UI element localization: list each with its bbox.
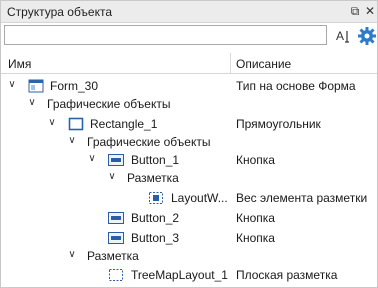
tree-row[interactable]: ∨ Rectangle_1 Прямоугольник xyxy=(1,115,377,133)
layout-weight-icon xyxy=(149,192,163,204)
column-header-description[interactable]: Описание xyxy=(236,57,291,71)
chevron-down-icon[interactable]: ∨ xyxy=(67,249,77,261)
tree-row[interactable]: ∨ Form_30 Тип на основе Форма xyxy=(1,77,377,95)
sort-alphabet-icon[interactable]: A xyxy=(334,26,354,46)
tree-row[interactable]: Button_2 Кнопка xyxy=(1,209,377,227)
tree-item-label: Графические объекты xyxy=(47,97,171,111)
panel-titlebar: Структура объекта ⧉ ✕ xyxy=(1,1,377,23)
tree-item-description: Тип на основе Форма xyxy=(236,79,356,93)
tree-item-description: Плоская разметка xyxy=(236,268,338,282)
tree-item-label: Form_30 xyxy=(50,79,99,93)
chevron-down-icon[interactable]: ∨ xyxy=(27,97,37,109)
tree-item-label: Разметка xyxy=(87,249,139,263)
column-separator[interactable] xyxy=(230,53,231,73)
tree-row[interactable]: ∨ Графические объекты xyxy=(1,95,377,113)
chevron-down-icon[interactable]: ∨ xyxy=(67,135,77,147)
tree-item-label: Button_1 xyxy=(131,153,180,167)
button-icon xyxy=(108,212,124,224)
tree-item-description: Прямоугольник xyxy=(236,117,321,131)
tree-item-label: Графические объекты xyxy=(87,135,211,149)
search-input[interactable] xyxy=(4,25,327,45)
tree-item-label: Rectangle_1 xyxy=(90,117,158,131)
button-icon xyxy=(108,232,124,244)
tree-item-description: Кнопка xyxy=(236,231,275,245)
close-icon[interactable]: ✕ xyxy=(363,3,377,19)
form-icon xyxy=(28,79,44,93)
tree-row[interactable]: ∨ Разметка xyxy=(1,247,377,265)
tree-item-description: Кнопка xyxy=(236,153,275,167)
chevron-down-icon[interactable]: ∨ xyxy=(7,79,17,91)
button-icon xyxy=(108,154,124,166)
tree-item-description: Кнопка xyxy=(236,211,275,225)
search-row: A xyxy=(1,23,377,49)
tree-row[interactable]: LayoutW... Вес элемента разметки xyxy=(1,189,377,207)
tree-row[interactable]: ∨ Графические объекты xyxy=(1,133,377,151)
chevron-down-icon[interactable]: ∨ xyxy=(107,171,117,183)
float-window-icon[interactable]: ⧉ xyxy=(348,3,362,19)
chevron-down-icon[interactable]: ∨ xyxy=(47,117,57,129)
tree-row[interactable]: ∨ Разметка xyxy=(1,169,377,187)
tree-row[interactable]: Button_3 Кнопка xyxy=(1,229,377,247)
tree-item-label: Button_2 xyxy=(131,211,180,225)
tree-row[interactable]: ∨ Button_1 Кнопка xyxy=(1,151,377,169)
tree-item-label: TreeMapLayout_1 xyxy=(131,268,228,282)
object-structure-panel: Структура объекта ⧉ ✕ A Имя Описание ∨ F… xyxy=(0,0,378,288)
chevron-down-icon[interactable]: ∨ xyxy=(87,153,97,165)
panel-title: Структура объекта xyxy=(7,5,113,19)
tree-item-label: Button_3 xyxy=(131,231,180,245)
layout-icon xyxy=(109,269,123,281)
gear-icon[interactable] xyxy=(357,26,377,46)
tree-row[interactable]: TreeMapLayout_1 Плоская разметка xyxy=(1,266,377,284)
rectangle-icon xyxy=(68,117,84,131)
tree-item-description: Вес элемента разметки xyxy=(236,191,368,205)
tree-item-label: Разметка xyxy=(127,171,179,185)
svg-text:A: A xyxy=(336,29,344,43)
column-header-name[interactable]: Имя xyxy=(8,57,31,71)
tree-header: Имя Описание xyxy=(1,53,377,74)
tree-item-label: LayoutW... xyxy=(171,191,228,205)
